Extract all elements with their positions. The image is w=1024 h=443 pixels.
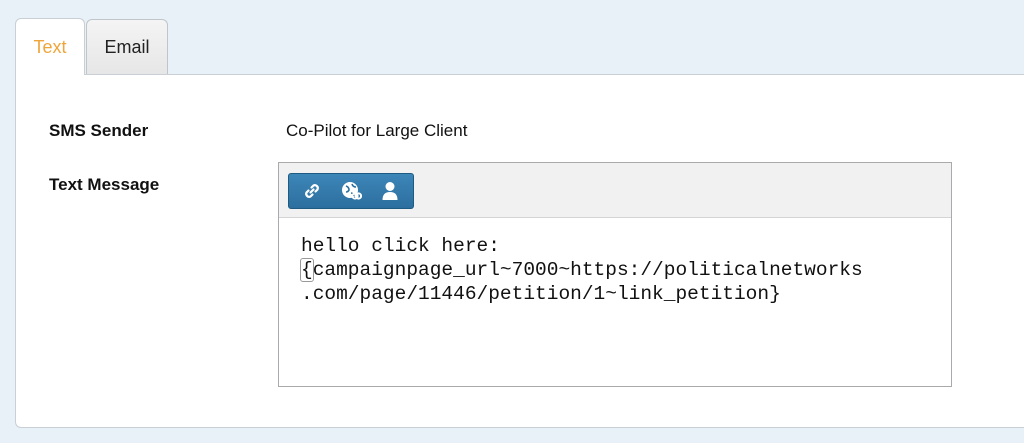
- insert-personalization-button[interactable]: [375, 176, 405, 206]
- editor-toolbar: [279, 163, 951, 218]
- text-message-editor[interactable]: hello click here: {campaignpage_url~7000…: [278, 162, 952, 387]
- tab-email[interactable]: Email: [86, 19, 168, 75]
- insert-link-button[interactable]: [297, 176, 327, 206]
- message-line-2: campaignpage_url~7000~https://politicaln…: [312, 259, 863, 281]
- sms-editor-screen: Text Email SMS Sender Co-Pilot for Large…: [0, 0, 1024, 443]
- sms-sender-label: SMS Sender: [49, 121, 149, 140]
- text-message-label: Text Message: [49, 175, 160, 194]
- sms-sender-value: Co-Pilot for Large Client: [286, 121, 468, 140]
- tab-email-label: Email: [104, 37, 150, 57]
- user-icon: [382, 182, 398, 200]
- tab-text[interactable]: Text: [15, 18, 85, 75]
- message-line-1: hello click here:: [301, 235, 500, 257]
- message-text[interactable]: hello click here: {campaignpage_url~7000…: [279, 218, 951, 306]
- text-cursor-brace: {: [300, 258, 314, 282]
- toolbar-button-group: [288, 173, 414, 209]
- tab-text-label: Text: [33, 36, 67, 57]
- message-line-3: .com/page/11446/petition/1~link_petition…: [301, 283, 781, 305]
- globe-link-icon: [341, 182, 362, 200]
- insert-campaign-page-button[interactable]: [336, 176, 366, 206]
- tab-bar: Text Email: [15, 18, 168, 75]
- link-icon: [305, 184, 320, 198]
